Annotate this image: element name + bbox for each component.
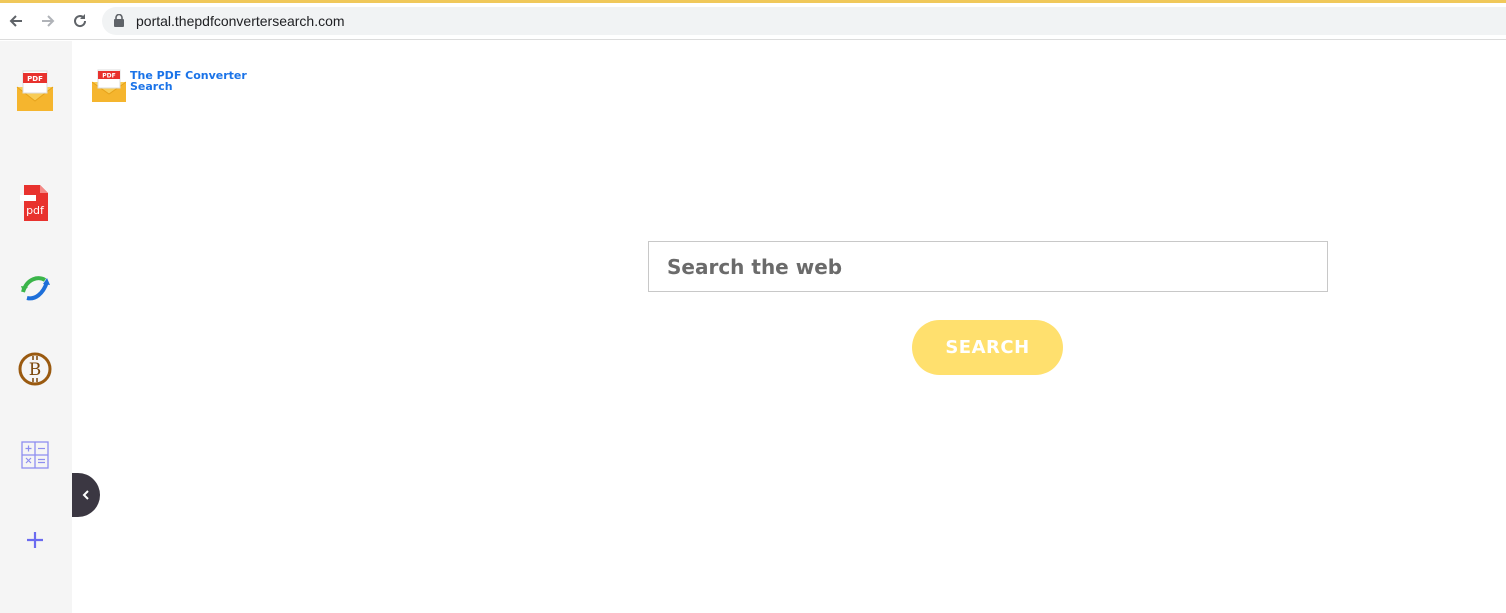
bitcoin-icon[interactable]: B [12,346,58,392]
plus-icon[interactable] [12,517,58,563]
chevron-left-icon [82,490,89,500]
pdf-file-icon[interactable]: pdf [12,180,58,226]
logo-envelope-icon: PDF [92,69,126,102]
calculator-icon[interactable] [12,432,58,478]
forward-arrow-icon[interactable] [37,10,59,32]
search-input[interactable] [648,241,1328,292]
search-button[interactable]: SEARCH [912,320,1063,375]
browser-toolbar: portal.thepdfconvertersearch.com [0,0,1506,40]
svg-text:PDF: PDF [102,73,115,80]
convert-arrows-icon[interactable] [12,263,58,309]
site-logo[interactable]: PDF The PDF Converter Search [92,68,247,104]
url-text: portal.thepdfconvertersearch.com [136,13,345,29]
lock-icon [114,14,124,27]
pdf-envelope-icon[interactable]: PDF [12,67,58,113]
logo-line-2: Search [130,80,173,93]
sidebar-collapse-button[interactable] [72,473,100,517]
logo-text: The PDF Converter Search [130,70,247,92]
reload-icon[interactable] [69,10,91,32]
top-accent-bar [0,0,1506,3]
back-arrow-icon[interactable] [5,10,27,32]
svg-text:pdf: pdf [26,204,45,217]
svg-text:PDF: PDF [27,75,43,83]
svg-text:B: B [29,360,42,380]
sidebar: PDF pdf B [0,41,72,613]
address-bar[interactable]: portal.thepdfconvertersearch.com [102,7,1506,35]
